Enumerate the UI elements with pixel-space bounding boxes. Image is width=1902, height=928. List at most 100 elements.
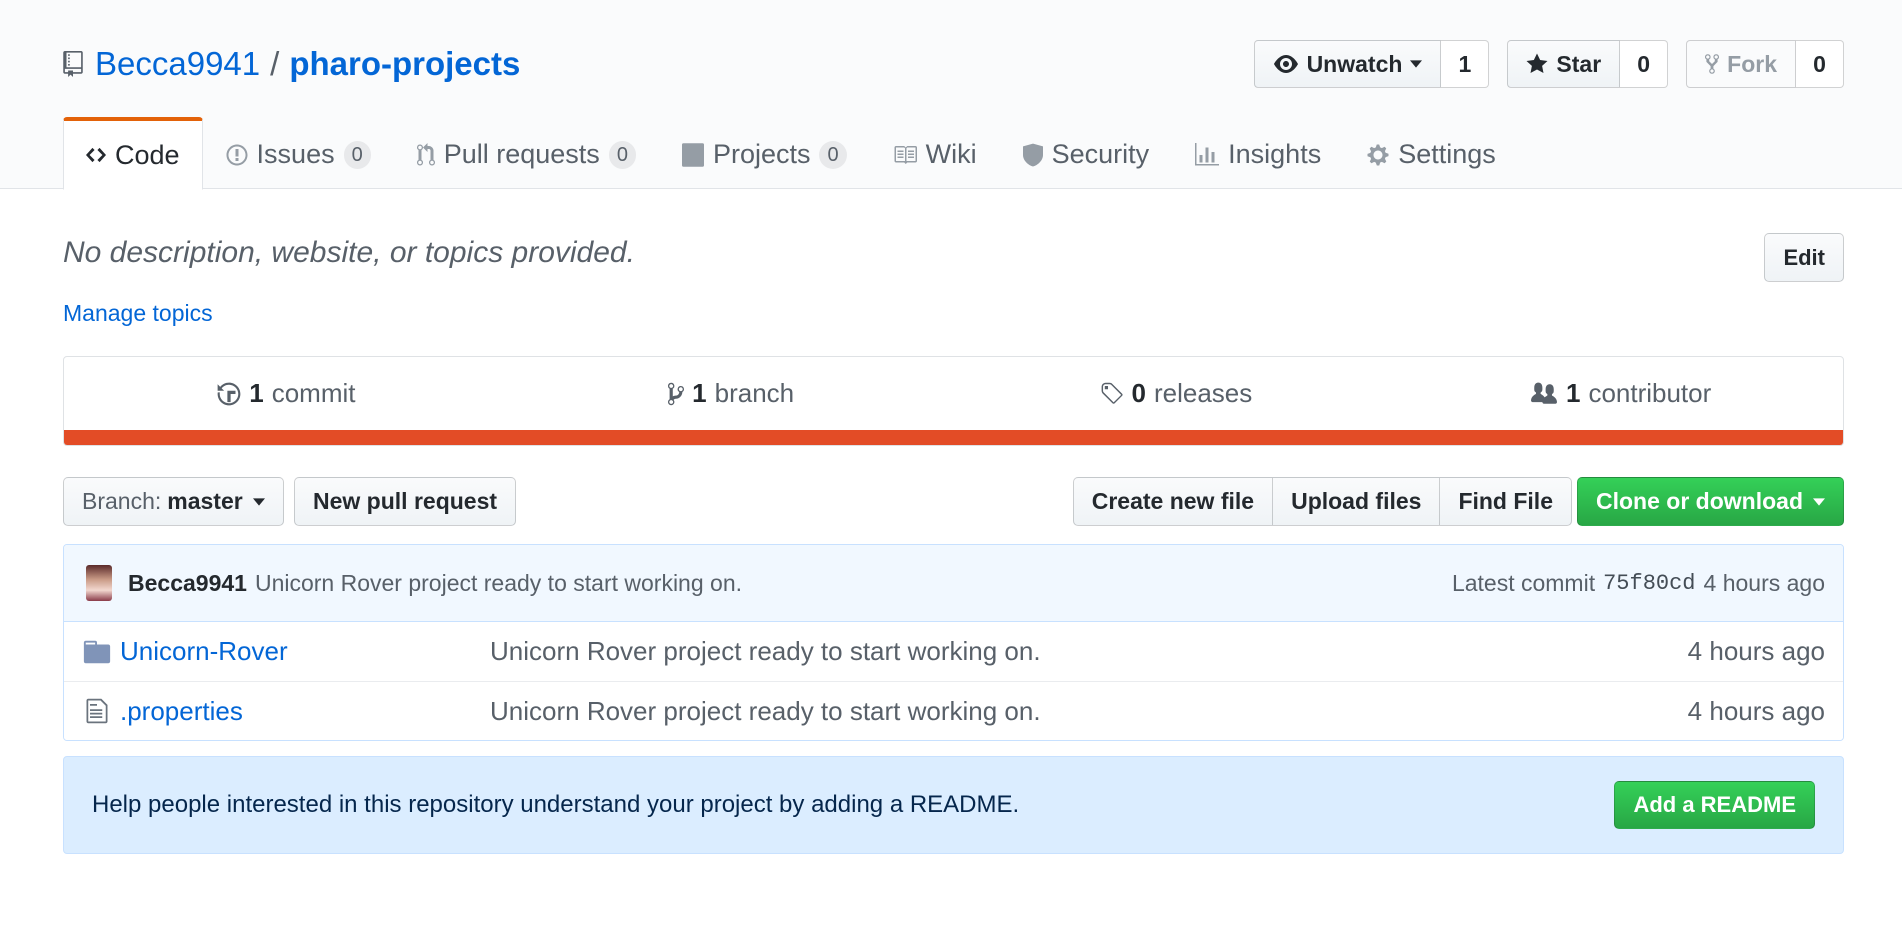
tag-icon bbox=[1101, 382, 1123, 404]
releases-summary[interactable]: 0 releases bbox=[954, 357, 1399, 430]
tab-code-label: Code bbox=[115, 139, 180, 170]
branches-count: 1 bbox=[692, 378, 707, 408]
repo-nav: Code Issues 0 Pull requests 0 Projects 0… bbox=[63, 117, 1519, 190]
commit-author[interactable]: Becca9941 bbox=[128, 570, 247, 597]
tab-insights[interactable]: Insights bbox=[1172, 117, 1344, 190]
fork-group: Fork 0 bbox=[1686, 40, 1844, 88]
commits-label: commit bbox=[271, 378, 356, 408]
code-icon bbox=[86, 147, 106, 163]
fork-button[interactable]: Fork bbox=[1686, 40, 1796, 88]
caret-down-icon bbox=[252, 497, 265, 506]
watchers-count[interactable]: 1 bbox=[1441, 40, 1490, 88]
file-age: 4 hours ago bbox=[1687, 636, 1825, 666]
pull-requests-counter: 0 bbox=[608, 140, 636, 169]
tab-code[interactable]: Code bbox=[63, 117, 203, 190]
repo-header: Becca9941 / pharo-projects Unwatch 1 Sta… bbox=[0, 0, 1902, 190]
issues-counter: 0 bbox=[343, 140, 371, 169]
book-icon bbox=[894, 145, 917, 164]
releases-label: releases bbox=[1153, 378, 1253, 408]
caret-down-icon bbox=[1410, 60, 1423, 68]
file-commit-message[interactable]: Unicorn Rover project ready to start wor… bbox=[490, 636, 1688, 667]
new-pull-request-button[interactable]: New pull request bbox=[294, 477, 517, 526]
manage-topics-link[interactable]: Manage topics bbox=[63, 300, 213, 327]
issue-icon bbox=[226, 144, 248, 165]
tab-pull-requests[interactable]: Pull requests 0 bbox=[394, 117, 659, 190]
tab-issues-label: Issues bbox=[256, 139, 335, 169]
pull-request-icon bbox=[416, 142, 435, 166]
file-commit-message[interactable]: Unicorn Rover project ready to start wor… bbox=[490, 696, 1688, 727]
create-new-file-button[interactable]: Create new file bbox=[1072, 477, 1274, 526]
star-icon bbox=[1526, 53, 1548, 73]
clone-label: Clone or download bbox=[1596, 488, 1803, 514]
edit-description-button[interactable]: Edit bbox=[1764, 233, 1844, 282]
repo-owner-link[interactable]: Becca9941 bbox=[95, 45, 260, 83]
commits-summary[interactable]: 1 commit bbox=[64, 357, 509, 430]
readme-prompt: Help people interested in this repositor… bbox=[63, 756, 1844, 854]
branches-summary[interactable]: 1 branch bbox=[509, 357, 954, 430]
people-icon bbox=[1530, 382, 1557, 404]
table-row: .properties Unicorn Rover project ready … bbox=[64, 681, 1843, 740]
tab-projects-label: Projects bbox=[712, 139, 811, 169]
clone-or-download-button[interactable]: Clone or download bbox=[1577, 477, 1844, 526]
repo-description: No description, website, or topics provi… bbox=[63, 236, 635, 269]
folder-icon bbox=[83, 640, 111, 663]
tab-projects[interactable]: Projects 0 bbox=[659, 117, 870, 190]
tab-wiki-label: Wiki bbox=[925, 139, 977, 169]
caret-down-icon bbox=[1813, 497, 1825, 506]
file-name-link[interactable]: Unicorn-Rover bbox=[120, 636, 490, 667]
branches-label: branch bbox=[714, 378, 795, 408]
contributors-summary[interactable]: 1 contributor bbox=[1398, 357, 1843, 430]
forks-count[interactable]: 0 bbox=[1796, 40, 1844, 88]
commit-message[interactable]: Unicorn Rover project ready to start wor… bbox=[255, 570, 742, 597]
repo-actions: Unwatch 1 Star 0 Fork 0 bbox=[1253, 40, 1844, 88]
contributors-label: contributor bbox=[1588, 378, 1712, 408]
commit-meta: Latest commit 75f80cd 4 hours ago bbox=[1452, 570, 1825, 597]
fork-icon bbox=[1705, 54, 1720, 74]
file-browser: Becca9941 Unicorn Rover project ready to… bbox=[63, 544, 1844, 741]
history-icon bbox=[217, 382, 241, 405]
branch-prefix: Branch: bbox=[82, 488, 162, 514]
avatar[interactable] bbox=[86, 565, 112, 601]
watch-group: Unwatch 1 bbox=[1253, 40, 1490, 88]
file-name-link[interactable]: .properties bbox=[120, 696, 490, 727]
latest-commit-label: Latest commit bbox=[1451, 569, 1596, 596]
unwatch-button[interactable]: Unwatch bbox=[1253, 40, 1442, 88]
upload-files-button[interactable]: Upload files bbox=[1273, 477, 1441, 526]
tab-security-label: Security bbox=[1051, 139, 1150, 169]
shield-icon bbox=[1022, 143, 1043, 166]
latest-commit-bar: Becca9941 Unicorn Rover project ready to… bbox=[64, 545, 1843, 622]
tab-settings-label: Settings bbox=[1398, 139, 1496, 169]
project-icon bbox=[681, 142, 704, 167]
repo-name-link[interactable]: pharo-projects bbox=[289, 45, 520, 83]
find-file-button[interactable]: Find File bbox=[1440, 477, 1572, 526]
file-icon bbox=[86, 698, 108, 724]
readme-prompt-text: Help people interested in this repositor… bbox=[92, 791, 1020, 818]
language-bar[interactable] bbox=[64, 430, 1843, 445]
branch-select-button[interactable]: Branch: master bbox=[63, 477, 284, 526]
file-actions: Create new file Upload files Find File bbox=[1072, 477, 1572, 526]
tab-wiki[interactable]: Wiki bbox=[870, 117, 1000, 190]
unwatch-label: Unwatch bbox=[1306, 50, 1403, 77]
commit-sha[interactable]: 75f80cd bbox=[1603, 571, 1695, 596]
numbers-summary: 1 commit 1 branch 0 releases 1 contribut… bbox=[63, 356, 1844, 446]
releases-count: 0 bbox=[1131, 378, 1146, 408]
contributors-count: 1 bbox=[1565, 378, 1581, 408]
tab-settings[interactable]: Settings bbox=[1344, 117, 1519, 190]
graph-icon bbox=[1195, 142, 1220, 165]
tab-issues[interactable]: Issues 0 bbox=[203, 117, 394, 190]
projects-counter: 0 bbox=[819, 140, 847, 169]
star-button[interactable]: Star bbox=[1507, 40, 1621, 88]
fork-label: Fork bbox=[1727, 50, 1777, 77]
files-table: Unicorn-Rover Unicorn Rover project read… bbox=[64, 622, 1843, 740]
repo-separator: / bbox=[270, 45, 280, 82]
tab-security[interactable]: Security bbox=[1000, 117, 1173, 190]
commit-age: 4 hours ago bbox=[1703, 569, 1825, 596]
tab-insights-label: Insights bbox=[1228, 139, 1322, 169]
add-readme-button[interactable]: Add a README bbox=[1614, 781, 1815, 829]
repo-title: Becca9941 / pharo-projects bbox=[63, 44, 520, 84]
stargazers-count[interactable]: 0 bbox=[1620, 40, 1669, 88]
gear-icon bbox=[1367, 144, 1389, 165]
star-label: Star bbox=[1556, 50, 1602, 77]
commits-count: 1 bbox=[249, 378, 264, 408]
star-group: Star 0 bbox=[1507, 40, 1669, 88]
